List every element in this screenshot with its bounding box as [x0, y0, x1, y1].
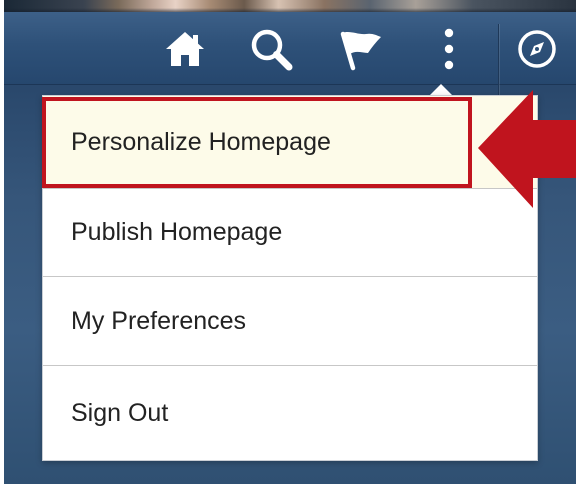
banner-image-strip: [4, 0, 576, 12]
screenshot-frame: Personalize Homepage Publish Homepage My…: [4, 0, 576, 484]
navbar-button[interactable]: [512, 24, 562, 74]
compass-icon: [518, 30, 556, 68]
menu-caret: [430, 84, 452, 95]
menu-item-publish-homepage[interactable]: Publish Homepage: [43, 189, 537, 277]
header-divider: [498, 24, 499, 96]
flag-icon: [340, 31, 381, 71]
menu-item-label: My Preferences: [71, 306, 247, 335]
menu-item-personalize-homepage[interactable]: Personalize Homepage: [43, 96, 537, 189]
menu-item-label: Publish Homepage: [71, 218, 283, 246]
home-button[interactable]: [160, 24, 210, 74]
home-icon: [166, 32, 204, 66]
actions-menu-button[interactable]: [424, 24, 474, 74]
menu-item-label: Personalize Homepage: [71, 127, 331, 156]
menu-item-my-preferences[interactable]: My Preferences: [43, 277, 537, 366]
menu-item-label: Sign Out: [71, 398, 169, 427]
more-vertical-icon: [444, 28, 454, 70]
search-button[interactable]: [246, 24, 296, 74]
search-icon: [251, 29, 293, 71]
menu-item-sign-out[interactable]: Sign Out: [43, 366, 537, 460]
notifications-button[interactable]: [336, 24, 386, 74]
header-bar: [4, 12, 576, 96]
actions-dropdown-menu: Personalize Homepage Publish Homepage My…: [42, 95, 538, 461]
